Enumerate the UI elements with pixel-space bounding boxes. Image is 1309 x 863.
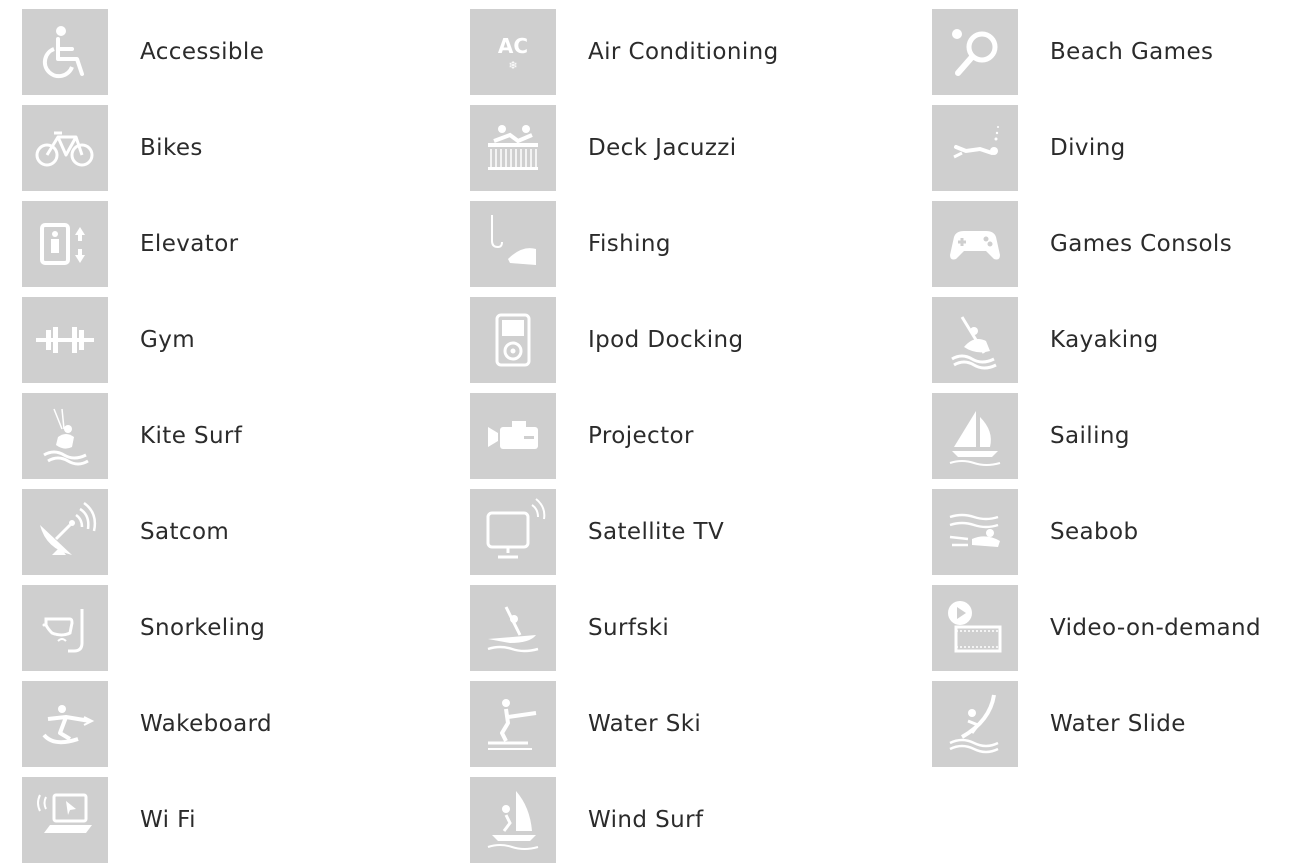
amenity-label: Snorkeling xyxy=(140,615,266,641)
satellite-dish-icon xyxy=(22,489,108,575)
amenity-label: Kayaking xyxy=(1050,327,1159,353)
amenity-label: Bikes xyxy=(140,135,203,161)
dumbbell-icon xyxy=(22,297,108,383)
amenity-item: Ipod Docking xyxy=(463,297,893,383)
satellite-tv-icon xyxy=(470,489,556,575)
amenity-item: Surfski xyxy=(463,585,893,671)
diver-icon xyxy=(932,105,1018,191)
amenity-item: Wi Fi xyxy=(15,777,445,863)
amenity-item: AC ❄ Air Conditioning xyxy=(463,9,893,95)
amenity-item: Fishing xyxy=(463,201,893,287)
amenity-item: Satellite TV xyxy=(463,489,893,575)
amenity-item: Kite Surf xyxy=(15,393,445,479)
amenity-item: Wind Surf xyxy=(463,777,893,863)
amenity-label: Seabob xyxy=(1050,519,1139,545)
amenity-label: Projector xyxy=(588,423,694,449)
wakeboard-icon xyxy=(22,681,108,767)
amenity-item: Diving xyxy=(925,105,1309,191)
amenity-item: Water Ski xyxy=(463,681,893,767)
jacuzzi-icon xyxy=(470,105,556,191)
amenity-label: Water Slide xyxy=(1050,711,1186,737)
amenity-label: Elevator xyxy=(140,231,239,257)
wheelchair-icon xyxy=(22,9,108,95)
gamepad-icon xyxy=(932,201,1018,287)
sailboat-icon xyxy=(932,393,1018,479)
amenity-label: Gym xyxy=(140,327,196,353)
amenity-item: Gym xyxy=(15,297,445,383)
video-on-demand-icon xyxy=(932,585,1018,671)
amenity-item: Accessible xyxy=(15,9,445,95)
kayak-icon xyxy=(932,297,1018,383)
bicycle-icon xyxy=(22,105,108,191)
amenity-label: Wi Fi xyxy=(140,807,196,833)
seabob-icon xyxy=(932,489,1018,575)
amenity-item: Games Consols xyxy=(925,201,1309,287)
snorkel-mask-icon xyxy=(22,585,108,671)
water-slide-icon xyxy=(932,681,1018,767)
amenity-label: Beach Games xyxy=(1050,39,1214,65)
water-ski-icon xyxy=(470,681,556,767)
amenity-label: Air Conditioning xyxy=(588,39,779,65)
wifi-laptop-icon xyxy=(22,777,108,863)
projector-icon xyxy=(470,393,556,479)
svg-text:❄: ❄ xyxy=(508,59,517,72)
amenity-item: Deck Jacuzzi xyxy=(463,105,893,191)
amenity-item: Bikes xyxy=(15,105,445,191)
amenity-item: Kayaking xyxy=(925,297,1309,383)
windsurf-icon xyxy=(470,777,556,863)
ipod-icon xyxy=(470,297,556,383)
surfski-icon xyxy=(470,585,556,671)
amenity-label: Wind Surf xyxy=(588,807,704,833)
amenities-grid: Accessible AC ❄ Air Conditioning Beach G… xyxy=(0,0,1309,863)
amenity-item: Snorkeling xyxy=(15,585,445,671)
amenity-item: Video-on-demand xyxy=(925,585,1309,671)
amenity-item: Seabob xyxy=(925,489,1309,575)
fishing-icon xyxy=(470,201,556,287)
amenity-item: Beach Games xyxy=(925,9,1309,95)
amenity-label: Water Ski xyxy=(588,711,702,737)
paddle-ball-icon xyxy=(932,9,1018,95)
amenity-label: Games Consols xyxy=(1050,231,1233,257)
amenity-item: Sailing xyxy=(925,393,1309,479)
amenity-item: Projector xyxy=(463,393,893,479)
elevator-icon xyxy=(22,201,108,287)
amenity-label: Fishing xyxy=(588,231,671,257)
amenity-label: Wakeboard xyxy=(140,711,273,737)
air-conditioning-icon: AC ❄ xyxy=(470,9,556,95)
amenity-label: Deck Jacuzzi xyxy=(588,135,737,161)
amenity-item: Wakeboard xyxy=(15,681,445,767)
amenity-label: Video-on-demand xyxy=(1050,615,1261,641)
amenity-label: Sailing xyxy=(1050,423,1130,449)
amenity-label: Surfski xyxy=(588,615,670,641)
kite-surf-icon xyxy=(22,393,108,479)
amenity-label: Accessible xyxy=(140,39,265,65)
amenity-label: Kite Surf xyxy=(140,423,243,449)
amenity-label: Ipod Docking xyxy=(588,327,744,353)
amenity-item: Satcom xyxy=(15,489,445,575)
amenity-label: Satellite TV xyxy=(588,519,725,545)
amenity-item: Elevator xyxy=(15,201,445,287)
svg-text:AC: AC xyxy=(498,34,528,58)
amenity-label: Satcom xyxy=(140,519,230,545)
amenity-item: Water Slide xyxy=(925,681,1309,767)
amenity-label: Diving xyxy=(1050,135,1126,161)
